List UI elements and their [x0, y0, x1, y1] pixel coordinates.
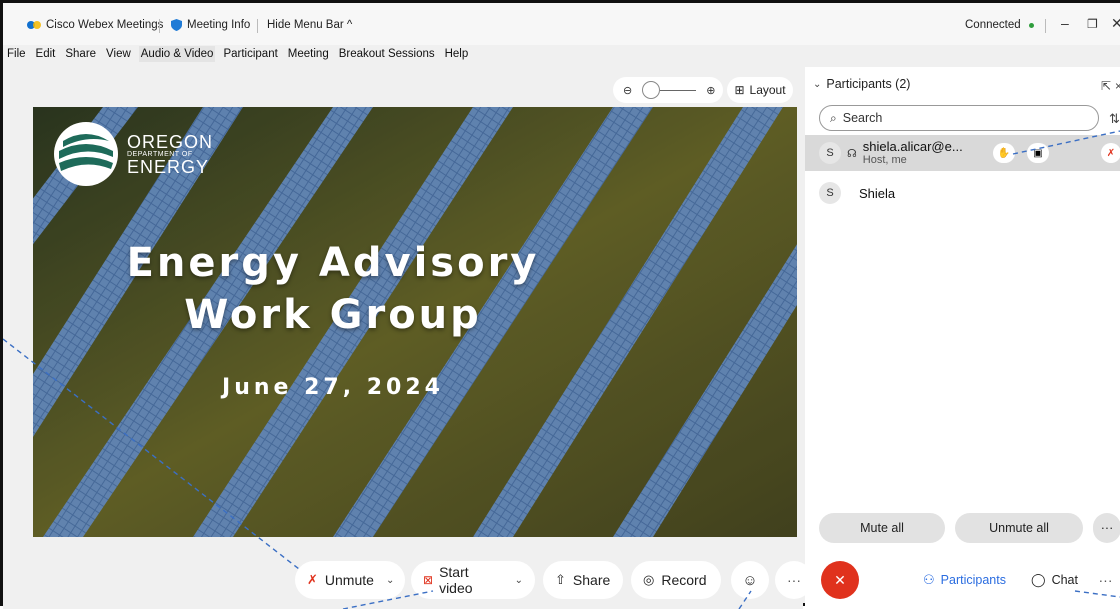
search-placeholder: Search: [842, 111, 883, 125]
layout-button[interactable]: ⊞ Layout: [727, 77, 793, 103]
participant-name-block: shiela.alicar@e... Host, me: [862, 138, 963, 167]
mute-all-button[interactable]: Mute all: [819, 513, 945, 543]
chat-button[interactable]: ◯ Chat: [1023, 561, 1087, 599]
share-label: Share: [572, 572, 611, 588]
divider: [257, 19, 258, 33]
oregon-energy-logo: OREGON DEPARTMENT OF ENERGY: [53, 121, 213, 187]
title-bar: Cisco Webex Meetings Meeting Info Hide M…: [3, 3, 1120, 45]
minimize-icon[interactable]: –: [1061, 15, 1069, 31]
app-title: Cisco Webex Meetings: [27, 19, 163, 31]
zoom-control[interactable]: ⊖ ⊕: [613, 77, 723, 103]
raise-hand-icon[interactable]: ✋: [993, 143, 1015, 163]
participant-name: shiela.alicar@e...: [862, 138, 963, 154]
chevron-down-icon[interactable]: ⌄: [515, 575, 523, 586]
zoom-in-icon[interactable]: ⊕: [706, 84, 715, 97]
menu-breakout-sessions[interactable]: Breakout Sessions: [337, 46, 437, 62]
search-icon: ⌕: [830, 110, 837, 125]
unmute-all-button[interactable]: Unmute all: [955, 513, 1083, 543]
layout-label: Layout: [749, 83, 786, 97]
webex-logo-icon: [27, 21, 41, 29]
divider: [159, 19, 160, 33]
video-off-icon: ⊠: [423, 573, 434, 587]
status-dot-icon: [1028, 22, 1034, 28]
headset-icon: ☊: [847, 147, 857, 160]
participant-name: Shiela: [859, 185, 896, 201]
chat-label: Chat: [1051, 573, 1078, 587]
record-label: Record: [661, 572, 707, 588]
more-options-button[interactable]: ···: [775, 561, 813, 599]
menu-share[interactable]: Share: [63, 46, 98, 62]
panel-menu-button[interactable]: ···: [1091, 561, 1120, 599]
menu-bar: File Edit Share View Audio & Video Parti…: [3, 43, 1120, 65]
connection-status-label: Connected: [965, 19, 1021, 31]
close-window-icon[interactable]: ✕: [1111, 15, 1120, 32]
record-button[interactable]: ◎ Record: [631, 561, 721, 599]
menu-file[interactable]: File: [5, 46, 28, 62]
start-video-button[interactable]: ⊠ Start video ⌄: [411, 561, 535, 599]
reactions-button[interactable]: ☺: [731, 561, 769, 599]
avatar: S: [819, 182, 841, 204]
menu-edit[interactable]: Edit: [34, 46, 58, 62]
hide-menu-bar-label: Hide Menu Bar ^: [267, 19, 353, 31]
menu-view[interactable]: View: [104, 46, 133, 62]
avatar: S: [819, 142, 841, 164]
chevron-down-icon[interactable]: ⌄: [813, 79, 821, 90]
restore-icon[interactable]: ❐: [1087, 17, 1098, 31]
zoom-slider-thumb[interactable]: [642, 81, 661, 99]
slide-date: June 27, 2024: [222, 375, 444, 400]
participants-panel-header[interactable]: ⌄ Participants (2): [813, 77, 910, 91]
content-stage: ⊖ ⊕ ⊞ Layout OREGON DEPARTMENT OF ENERGY…: [3, 67, 803, 609]
hide-menu-bar-button[interactable]: Hide Menu Bar ^: [267, 19, 352, 31]
zoom-out-icon[interactable]: ⊖: [623, 84, 632, 97]
muted-mic-icon[interactable]: ✗: [1101, 143, 1120, 163]
meeting-info-label: Meeting Info: [187, 19, 251, 31]
menu-help[interactable]: Help: [443, 46, 471, 62]
participants-icon: ⚇: [923, 572, 935, 587]
pop-out-icon[interactable]: ⇱: [1101, 79, 1111, 93]
menu-participant[interactable]: Participant: [221, 46, 279, 62]
unmute-button[interactable]: ✗ Unmute ⌄: [295, 561, 405, 599]
app-name: Cisco Webex Meetings: [46, 19, 164, 31]
participants-button[interactable]: ⚇ Participants: [915, 561, 1021, 599]
logo-line-3: ENERGY: [127, 156, 210, 177]
webex-window: Cisco Webex Meetings Meeting Info Hide M…: [0, 0, 1120, 609]
participants-label: Participants: [940, 573, 1006, 587]
record-icon: ◎: [643, 572, 655, 587]
chevron-down-icon[interactable]: ⌄: [386, 575, 394, 586]
menu-meeting[interactable]: Meeting: [286, 46, 331, 62]
share-icon: ⇧: [555, 572, 566, 587]
slide-title-line-1: Energy Advisory: [126, 240, 540, 286]
unmute-label: Unmute: [324, 572, 374, 588]
participant-role: Host, me: [862, 154, 907, 167]
divider: [1045, 19, 1046, 33]
oregon-energy-emblem-icon: [54, 122, 118, 186]
participants-panel-title: Participants (2): [826, 77, 911, 91]
share-button[interactable]: ⇧ Share: [543, 561, 623, 599]
shared-slide: OREGON DEPARTMENT OF ENERGY Energy Advis…: [33, 107, 797, 537]
close-icon: ✕: [834, 571, 846, 588]
participants-panel: ⌄ Participants (2) ⇱ × ⌕ Search ⇅ S ☊ sh…: [805, 67, 1120, 609]
shield-icon: [171, 19, 182, 31]
zoom-slider-track[interactable]: [660, 89, 697, 91]
layout-grid-icon: ⊞: [734, 83, 745, 97]
video-off-icon[interactable]: ▣: [1027, 143, 1049, 163]
logo-line-1: OREGON: [127, 131, 214, 152]
slide-title-line-2: Work Group: [184, 292, 482, 338]
sort-icon[interactable]: ⇅: [1109, 111, 1120, 127]
logo-text: OREGON DEPARTMENT OF ENERGY: [127, 133, 213, 176]
connection-status: Connected: [965, 19, 1034, 31]
chat-icon: ◯: [1031, 572, 1046, 587]
meeting-info-button[interactable]: Meeting Info: [171, 19, 250, 31]
participant-row[interactable]: S Shiela: [805, 175, 1120, 211]
end-meeting-button[interactable]: ✕: [821, 561, 859, 599]
start-video-label: Start video: [439, 564, 473, 596]
smiley-icon: ☺: [742, 571, 758, 589]
close-panel-icon[interactable]: ×: [1115, 79, 1120, 93]
participant-search-input[interactable]: ⌕ Search: [819, 105, 1099, 131]
menu-audio-video[interactable]: Audio & Video: [138, 46, 216, 62]
muted-mic-icon: ✗: [307, 572, 318, 587]
participant-row[interactable]: S ☊ shiela.alicar@e... Host, me ✋ ▣ ✗: [805, 135, 1120, 171]
panel-more-button[interactable]: ···: [1093, 513, 1120, 543]
